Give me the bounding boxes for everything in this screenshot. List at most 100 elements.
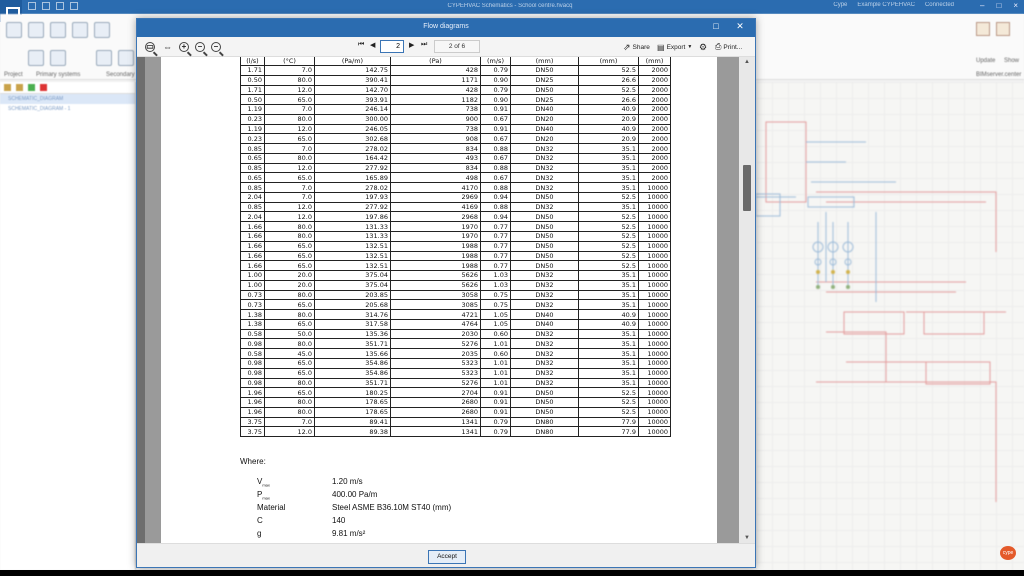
table-cell: 80.0 (264, 74, 315, 86)
zoom-in-button[interactable]: + (179, 40, 189, 54)
table-row: 1.66 80.0 131.33 1970 0.77 DN50 52.5 10000 (240, 231, 671, 242)
close-icon[interactable]: × (1013, 1, 1018, 10)
ribbon-right-label[interactable]: Show (1004, 58, 1019, 64)
scroll-down-icon[interactable]: ▼ (743, 535, 751, 541)
table-cell: 7.0 (264, 191, 315, 203)
table-cell: 0.88 (480, 143, 511, 154)
table-cell: 1.19 (240, 123, 265, 135)
table-cell: 1988 (390, 260, 481, 272)
table-cell: 10000 (638, 221, 671, 233)
share-button[interactable]: ⇗ Share (623, 40, 650, 54)
last-page-button[interactable]: ⏭ (421, 41, 427, 49)
vertical-scrollbar[interactable]: ▲ ▼ (739, 57, 755, 543)
page-number-input[interactable]: 2 (380, 40, 404, 53)
table-cell: 197.86 (314, 211, 391, 223)
table-cell: 0.88 (480, 162, 511, 174)
table-cell: 375.04 (314, 279, 391, 291)
maximize-icon[interactable]: □ (709, 21, 723, 31)
table-cell: 26.6 (578, 74, 639, 86)
diagram-list-item[interactable]: SCHEMATIC_DIAGRAM - 1 (0, 104, 135, 114)
document-viewer[interactable]: (l/s) (°C) (Pa/m) (Pa) (m/s) (mm) (mm) (mm) 1.71… (137, 57, 755, 543)
ribbon-tab-project[interactable]: Project (4, 72, 23, 78)
table-row: 0.98 65.0 354.86 5323 1.01 DN32 35.1 10000 (240, 357, 671, 369)
show-icon[interactable] (996, 22, 1010, 36)
app-right-item[interactable]: Cype (833, 2, 847, 8)
table-header-cell: (Pa/m) (314, 57, 391, 66)
table-cell: 0.77 (480, 221, 511, 233)
table-cell: 35.1 (578, 289, 639, 301)
table-cell: 354.86 (314, 357, 391, 369)
table-cell: 10000 (638, 289, 671, 301)
maximize-icon[interactable]: □ (996, 1, 1001, 10)
table-cell: 132.51 (314, 250, 391, 262)
table-cell: 1.03 (480, 279, 511, 291)
brand-badge: cype (1000, 546, 1016, 560)
zoom-page-button[interactable]: ▭ (145, 40, 155, 54)
table-cell: 7.0 (264, 416, 315, 428)
delete-icon[interactable] (40, 84, 47, 91)
zoom-icon[interactable] (70, 2, 78, 10)
parameter-symbol: g (257, 529, 262, 538)
table-cell: 5276 (390, 338, 481, 350)
undo-icon[interactable] (42, 2, 50, 10)
edit-icon[interactable] (16, 84, 23, 91)
table-cell: DN32 (510, 367, 579, 379)
table-cell: 80.0 (264, 377, 315, 389)
table-header-cell: (m/s) (480, 57, 511, 66)
table-cell: 314.76 (314, 309, 391, 320)
app-right-item[interactable]: Example CYPEHVAC (857, 2, 915, 8)
previous-page-button[interactable]: ◀ (370, 41, 375, 49)
table-cell: 1.01 (480, 338, 511, 350)
table-cell: 1.01 (480, 377, 511, 389)
ribbon-right-group (976, 22, 1010, 36)
close-icon[interactable]: ✕ (733, 21, 747, 32)
minimize-icon[interactable]: – (980, 1, 984, 10)
table-cell: 7.0 (264, 143, 315, 154)
secondary-system-icon[interactable] (118, 50, 134, 66)
zoom-fit-button[interactable]: – (211, 40, 221, 54)
table-cell: 10000 (638, 367, 671, 379)
table-cell: 0.79 (480, 426, 511, 438)
scroll-up-icon[interactable]: ▲ (743, 59, 751, 65)
diagram-list-item[interactable]: SCHEMATIC_DIAGRAM (0, 94, 135, 104)
primary-system-icon[interactable] (94, 22, 110, 38)
add-icon[interactable] (28, 84, 35, 91)
export-button[interactable]: ▤ Export ▼ (657, 40, 692, 54)
table-cell: 52.5 (578, 211, 639, 223)
table-cell: 65.0 (264, 318, 315, 330)
table-cell: 0.85 (240, 201, 265, 213)
secondary-system-icon[interactable] (96, 50, 112, 66)
table-cell: 4170 (390, 182, 481, 193)
accept-button[interactable]: Accept (428, 550, 466, 564)
primary-system-icon[interactable] (28, 22, 44, 38)
settings-button[interactable]: ⚙ (699, 40, 707, 54)
table-row: 1.38 65.0 317.58 4764 1.05 DN40 40.9 10000 (240, 318, 671, 330)
next-page-button[interactable]: ▶ (409, 41, 414, 49)
edit-icon[interactable] (4, 84, 11, 91)
primary-system-icon[interactable] (28, 50, 44, 66)
primary-system-icon[interactable] (50, 50, 66, 66)
app-window-controls: – □ × (980, 1, 1018, 10)
primary-system-icon[interactable] (72, 22, 88, 38)
scrollbar-thumb[interactable] (743, 165, 751, 211)
fit-width-button[interactable]: ⇔ (163, 40, 172, 54)
table-cell: 0.94 (480, 211, 511, 223)
table-cell: 10000 (638, 279, 671, 291)
parameter-value: 1.20 m/s (332, 477, 363, 486)
primary-system-icon[interactable] (50, 22, 66, 38)
redo-icon[interactable] (56, 2, 64, 10)
table-cell: DN32 (510, 299, 579, 311)
ribbon-right-label[interactable]: Update (976, 58, 995, 64)
update-icon[interactable] (976, 22, 990, 36)
zoom-out-button[interactable]: – (195, 40, 205, 54)
save-icon[interactable] (28, 2, 36, 10)
table-row: 1.71 7.0 142.75 428 0.79 DN50 52.5 2000 (240, 65, 671, 76)
schematic-canvas[interactable] (756, 82, 1024, 570)
first-page-button[interactable]: ⏮ (358, 41, 364, 49)
table-cell: DN32 (510, 348, 579, 359)
general-options-icon[interactable] (6, 22, 22, 38)
table-cell: 20.9 (578, 113, 639, 125)
table-row: 1.66 65.0 132.51 1988 0.77 DN50 52.5 10000 (240, 240, 671, 252)
dialog-titlebar: Flow diagrams □ ✕ (137, 19, 755, 37)
print-button[interactable]: ⎙ Print... (715, 40, 742, 54)
